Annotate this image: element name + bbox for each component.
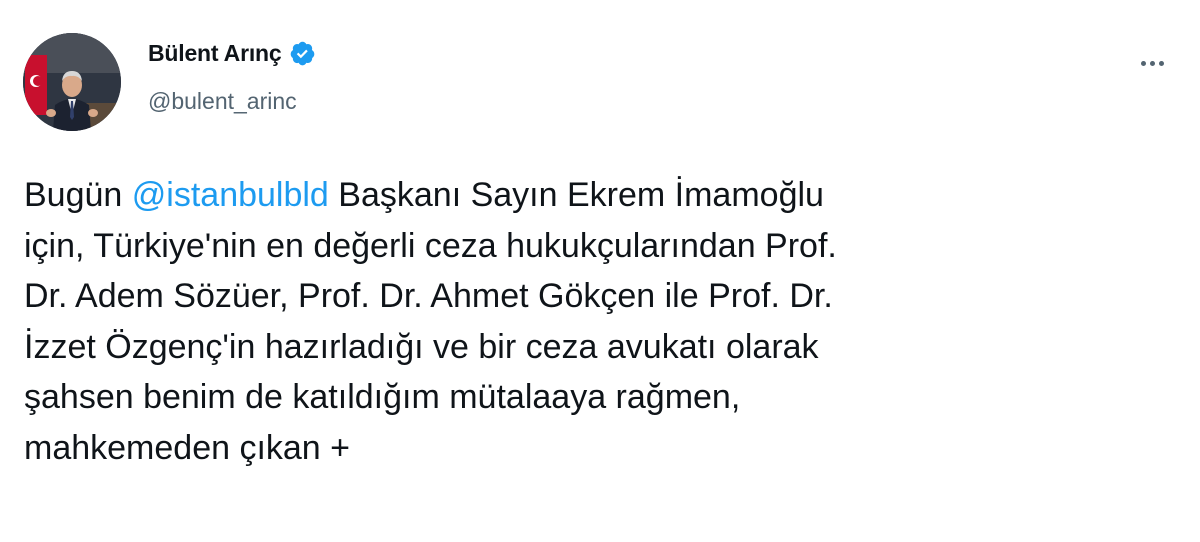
tweet-text: Bugün @istanbulbld Başkanı Sayın Ekrem İ… [24, 170, 1174, 473]
tweet-line: için, Türkiye'nin en değerli ceza hukukç… [24, 226, 837, 265]
tweet-text-segment: Başkanı Sayın Ekrem İmamoğlu [328, 176, 824, 214]
mention-link[interactable]: @istanbulbld [132, 176, 329, 214]
more-horizontal-icon [1158, 60, 1164, 66]
author-handle[interactable]: @bulent_arinc [148, 88, 297, 115]
tweet-line: İzzet Özgenç'in hazırladığı ve bir ceza … [24, 327, 819, 366]
tweet-line: Dr. Adem Sözüer, Prof. Dr. Ahmet Gökçen … [24, 277, 833, 315]
tweet-text-segment: Bugün [24, 176, 132, 214]
more-options-button[interactable] [1132, 48, 1172, 78]
more-horizontal-icon [1140, 60, 1146, 66]
profile-photo [23, 33, 121, 131]
tweet-line: Bugün @istanbulbld Başkanı Sayın Ekrem İ… [24, 170, 1174, 221]
author-name-row[interactable]: Bülent Arınç [148, 40, 316, 67]
avatar[interactable] [23, 33, 121, 131]
more-horizontal-icon [1149, 60, 1155, 66]
tweet-line: mahkemeden çıkan + [24, 428, 351, 467]
tweet-card: Bülent Arınç @bulent_arinc Bugün @istanb… [0, 0, 1200, 542]
tweet-line: şahsen benim de katıldığım mütalaaya rağ… [24, 378, 741, 416]
verified-badge-icon [289, 40, 316, 67]
author-display-name[interactable]: Bülent Arınç [148, 40, 282, 67]
